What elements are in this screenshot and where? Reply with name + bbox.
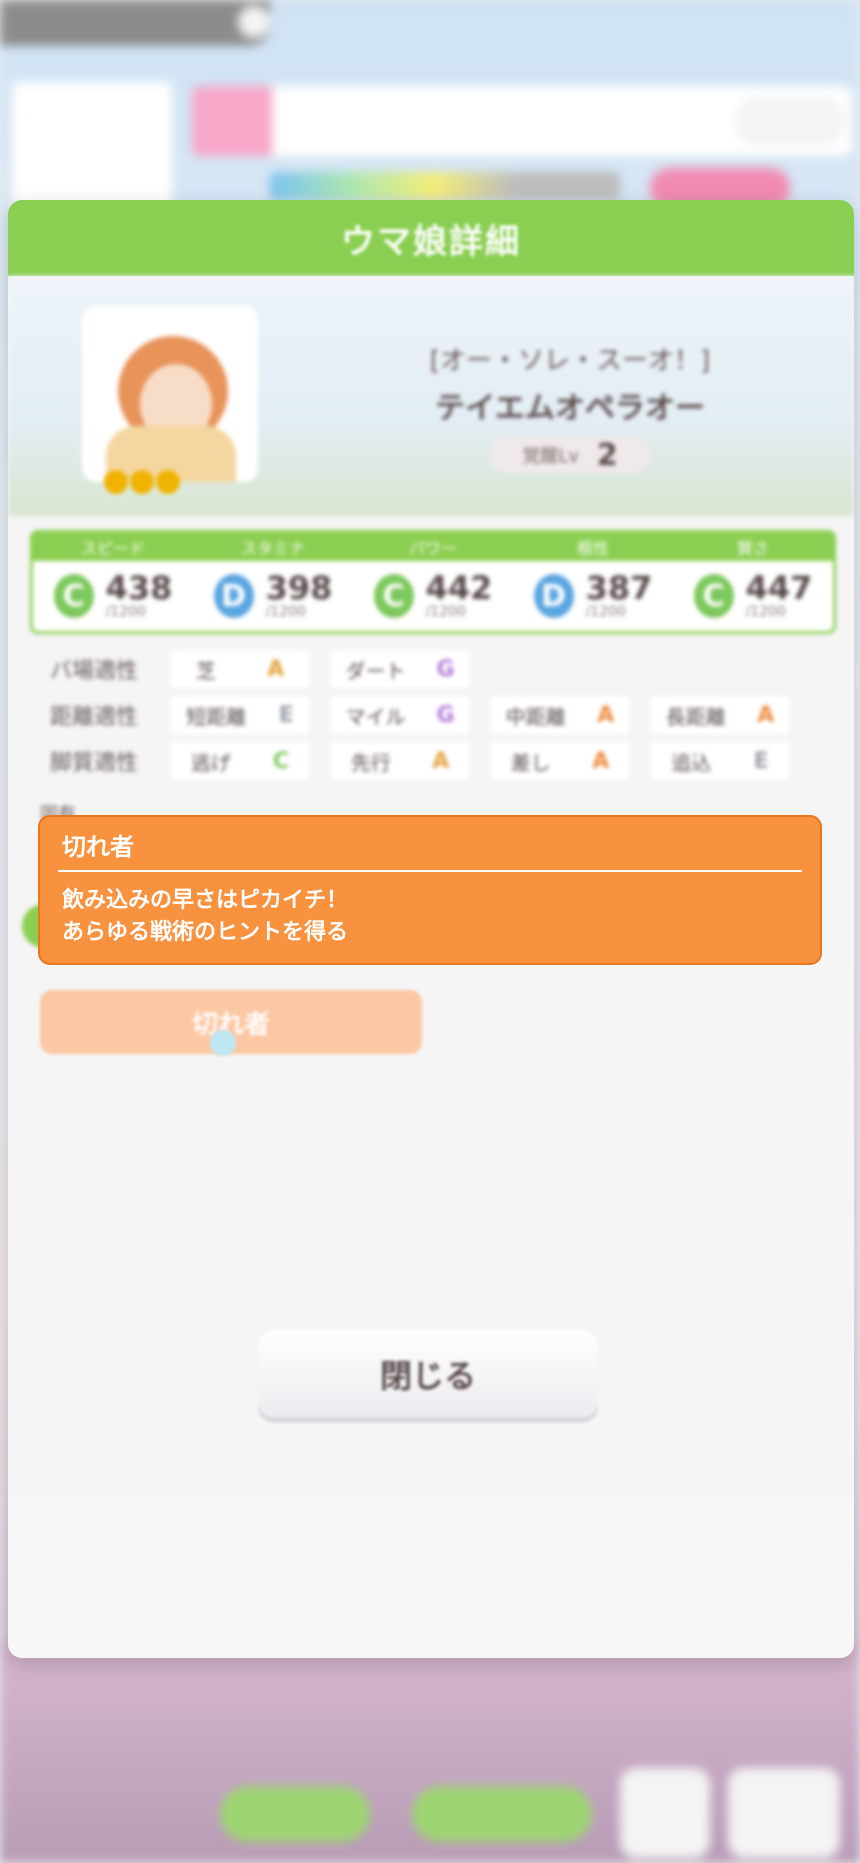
- stat-stamina: D 398/1200: [193, 561, 353, 631]
- aptitude-cell: 先行 A: [330, 742, 470, 780]
- tooltip-title: 切れ者: [62, 833, 134, 861]
- stat-label-wit: 賢さ: [736, 539, 769, 558]
- aptitude-label: バ場適性: [50, 659, 139, 684]
- stat-rank-badge: C: [53, 574, 94, 618]
- aptitude-name: 長距離: [665, 704, 726, 729]
- aptitude-grade: G: [436, 656, 455, 682]
- stat-speed: C 438/1200: [33, 561, 193, 631]
- aptitude-grade: G: [436, 702, 455, 728]
- awakening-level: 覚醒Lv 2: [490, 437, 650, 473]
- modal-header: ウマ娘詳細: [8, 200, 854, 276]
- aptitude-name: 短距離: [186, 704, 247, 729]
- aptitude-name: ダート: [345, 658, 406, 683]
- stat-value: 438: [105, 569, 173, 607]
- aptitude-row-distance: 距離適性 短距離 E マイル G 中距離 A 長距離 A: [50, 694, 830, 736]
- aptitude-grade: A: [592, 748, 610, 774]
- stat-rank-badge: C: [693, 574, 734, 618]
- aptitude-grade: E: [278, 702, 294, 728]
- stat-label-stamina: スタミナ: [240, 539, 305, 558]
- aptitude-row-track: バ場適性 芝A ダート G: [50, 648, 830, 690]
- pointer-icon: [210, 1030, 236, 1056]
- bg-panel-button: [735, 96, 845, 146]
- aptitude-label: 脚質適性: [50, 751, 139, 776]
- tooltip-divider: [58, 870, 802, 872]
- stat-guts: D 387/1200: [513, 561, 673, 631]
- aptitude-name: 追込: [671, 750, 712, 775]
- aptitude-cell: 長距離 A: [650, 696, 790, 734]
- bg-menu-icon: [728, 1768, 840, 1858]
- bg-log-icon: [620, 1768, 710, 1858]
- bg-bottom-button-left: [220, 1786, 370, 1842]
- aptitude-grade: C: [272, 748, 290, 774]
- stat-value: 447: [745, 569, 813, 607]
- aptitude-cell: 追込 E: [650, 742, 790, 780]
- aptitude-cell: 短距離 E: [170, 696, 310, 734]
- stat-value: 398: [265, 569, 333, 607]
- awakening-level-label: 覚醒Lv: [522, 446, 579, 467]
- tooltip-description: 飲み込みの早さはピカイチ！ あらゆる戦術のヒントを得る: [62, 885, 348, 949]
- stats-header: スピード スタミナ パワー 根性 賢さ: [33, 533, 833, 561]
- stat-label-power: パワー: [408, 539, 457, 558]
- stats-panel: スピード スタミナ パワー 根性 賢さ C 438/1200 D 398/120…: [30, 530, 836, 634]
- aptitude-cell: マイル G: [330, 696, 470, 734]
- stat-rank-badge: C: [373, 574, 414, 618]
- aptitude-row-style: 脚質適性 逃げ C 先行 A 差し A 追込 E: [50, 740, 830, 782]
- star-icon: [130, 470, 154, 494]
- bg-gauge: [270, 172, 620, 200]
- stat-value: 387: [585, 569, 653, 607]
- aptitude-label: 距離適性: [50, 705, 139, 730]
- aptitude-name: マイル: [345, 704, 406, 729]
- stat-value: 442: [425, 569, 493, 607]
- bg-bottom-button-right: [412, 1786, 592, 1842]
- stat-rank-badge: D: [533, 574, 574, 618]
- aptitude-grade: A: [267, 656, 285, 682]
- star-icon: [156, 470, 180, 494]
- aptitude-grade: A: [597, 702, 615, 728]
- modal-footer: [8, 1498, 854, 1658]
- tooltip-description-line: 飲み込みの早さはピカイチ！: [62, 888, 349, 913]
- aptitude-cell: 逃げ C: [170, 742, 310, 780]
- stat-wit: C 447/1200: [673, 561, 833, 631]
- aptitude-cell: 中距離 A: [490, 696, 630, 734]
- stat-power: C 442/1200: [353, 561, 513, 631]
- bg-main-card: [12, 82, 172, 212]
- character-info: [オー・ソレ・スーオ！] テイエムオペラオー 覚醒Lv 2: [400, 340, 740, 473]
- character-epithet: [オー・ソレ・スーオ！]: [429, 346, 711, 376]
- stat-label-speed: スピード: [80, 539, 145, 558]
- character-portrait[interactable]: [82, 306, 258, 482]
- bg-top-bar: [0, 0, 270, 46]
- close-button[interactable]: 閉じる: [258, 1330, 598, 1418]
- stat-rank-badge: D: [213, 574, 254, 618]
- bg-info-icon: [238, 6, 270, 38]
- awakening-level-value: 2: [596, 437, 618, 473]
- modal-title: ウマ娘詳細: [341, 221, 521, 262]
- aptitude-grade: A: [757, 702, 775, 728]
- aptitude-grade: E: [753, 748, 769, 774]
- aptitude-name: 芝: [195, 658, 216, 683]
- close-button-label: 閉じる: [379, 1357, 476, 1395]
- aptitude-cell: ダート G: [330, 650, 470, 688]
- aptitude-name: 逃げ: [190, 750, 231, 775]
- aptitude-name: 中距離: [505, 704, 566, 729]
- skill-tooltip: 切れ者 飲み込みの早さはピカイチ！ あらゆる戦術のヒントを得る: [38, 815, 822, 965]
- stats-values: C 438/1200 D 398/1200 C 442/1200 D 387/1…: [33, 561, 833, 631]
- aptitude-name: 先行: [350, 750, 391, 775]
- aptitude-name: 差し: [510, 750, 551, 775]
- aptitude-cell: 芝A: [170, 650, 310, 688]
- stat-label-guts: 根性: [576, 539, 609, 558]
- bg-pink-tag: [192, 86, 272, 156]
- aptitude-cell: 差し A: [490, 742, 630, 780]
- character-name: テイエムオペラオー: [435, 391, 705, 426]
- star-icon: [104, 470, 128, 494]
- aptitude-grade: A: [432, 748, 450, 774]
- tooltip-description-line: あらゆる戦術のヒントを得る: [62, 920, 349, 945]
